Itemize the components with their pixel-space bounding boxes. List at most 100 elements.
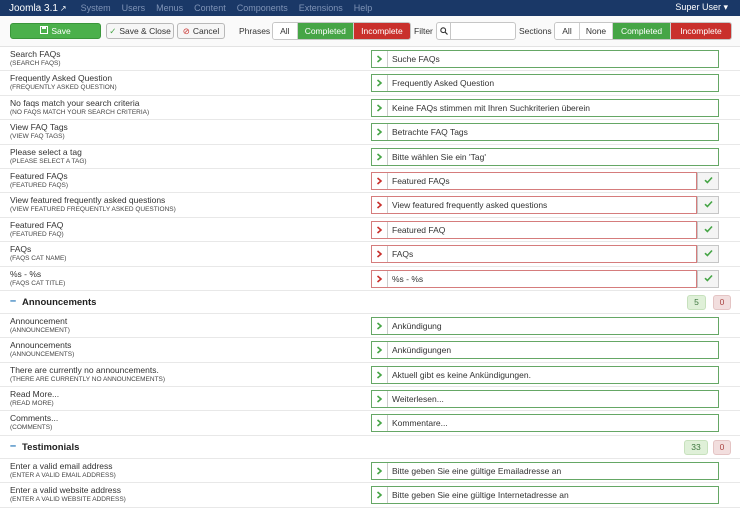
translation-input[interactable]: View featured frequently asked questions [388, 200, 696, 210]
confirm-button[interactable] [697, 269, 719, 288]
translation-input[interactable]: Bitte geben Sie eine gültige Emailadress… [388, 466, 718, 476]
phrases-incomplete[interactable]: Incomplete [353, 23, 410, 39]
translation-input[interactable]: Betrachte FAQ Tags [388, 127, 718, 137]
phrase-row: Featured FAQs (FEATURED FAQS) Featured FAQ… [0, 169, 740, 194]
chevron-right-icon[interactable] [372, 342, 388, 359]
phrases-completed[interactable]: Completed [297, 23, 354, 39]
collapse-icon[interactable]: – [10, 295, 16, 307]
brand[interactable]: Joomla 3.1 ↗ [0, 3, 67, 14]
translation-input[interactable]: Ankündigungen [388, 345, 718, 355]
translation-field: Featured FAQs [371, 171, 697, 190]
user-menu[interactable]: Super User ▾ [675, 2, 728, 13]
translation-input[interactable]: Bitte geben Sie eine gültige Internetadr… [388, 490, 718, 500]
chevron-right-icon[interactable] [372, 391, 388, 408]
translation-input[interactable]: Featured FAQs [388, 176, 696, 186]
confirm-button[interactable] [697, 171, 719, 190]
phrase-key: (ENTER A VALID EMAIL ADDRESS) [10, 471, 116, 479]
menu-content[interactable]: Content [194, 3, 226, 13]
external-link-icon: ↗ [59, 3, 67, 13]
phrase-key: (SEARCH FAQS) [10, 60, 61, 67]
translation-input[interactable]: Ankündigung [388, 321, 718, 331]
phrase-row: FAQs (FAQS CAT NAME) FAQs [0, 242, 740, 267]
confirm-button[interactable] [697, 220, 719, 239]
phrase-row: View FAQ Tags (VIEW FAQ TAGS) Betrachte FA… [0, 120, 740, 145]
translation-input[interactable]: Suche FAQs [388, 54, 718, 64]
filter-input[interactable] [451, 23, 515, 39]
chevron-right-icon[interactable] [372, 317, 388, 334]
translation-input[interactable]: Keine FAQs stimmen mit Ihren Suchkriteri… [388, 103, 718, 113]
phrase-label: Announcement (ANNOUNCEMENT) [10, 316, 70, 336]
menu-extensions[interactable]: Extensions [299, 3, 343, 13]
check-icon [703, 249, 713, 259]
menu-users[interactable]: Users [122, 3, 146, 13]
translation-field: Bitte geben Sie eine gültige Internetadr… [371, 486, 719, 505]
translation-input[interactable]: Weiterlesen... [388, 394, 718, 404]
phrase-text: Comments... [10, 413, 59, 424]
translation-input[interactable]: Featured FAQ [388, 225, 696, 235]
menu-menus[interactable]: Menus [156, 3, 183, 13]
filter-label: Filter [414, 26, 433, 36]
confirm-button[interactable] [697, 196, 719, 215]
menu-components[interactable]: Components [237, 3, 288, 13]
phrase-row: Featured FAQ (FEATURED FAQ) Featured FAQ [0, 218, 740, 243]
phrase-label: Featured FAQs (FEATURED FAQS) [10, 171, 68, 191]
phrase-key: (THERE ARE CURRENTLY NO ANNOUNCEMENTS) [10, 375, 166, 383]
chevron-right-icon[interactable] [372, 462, 388, 479]
menu-system[interactable]: System [81, 3, 111, 13]
phrase-key: (READ MORE) [10, 400, 54, 408]
chevron-right-icon[interactable] [372, 487, 388, 504]
section-header-announcements[interactable]: – Announcements 5 0 [0, 291, 740, 314]
completed-count-badge: 33 [684, 439, 708, 455]
chevron-right-icon[interactable] [372, 246, 388, 263]
section-header-testimonials[interactable]: – Testimonials 33 0 [0, 436, 740, 459]
phrase-key: (FAQS CAT NAME) [10, 255, 67, 263]
translation-field: Suche FAQs [371, 50, 719, 68]
incomplete-count-badge: 0 [713, 439, 731, 455]
confirm-button[interactable] [697, 245, 719, 264]
phrase-text: Enter a valid website address [10, 485, 122, 496]
chevron-right-icon[interactable] [372, 366, 388, 383]
chevron-right-icon[interactable] [372, 270, 388, 287]
chevron-right-icon[interactable] [372, 51, 388, 67]
chevron-right-icon[interactable] [372, 99, 388, 116]
sections-all[interactable]: All [555, 23, 580, 39]
translation-input[interactable]: FAQs [388, 249, 696, 259]
search-icon[interactable] [437, 23, 451, 39]
sections-none[interactable]: None [580, 23, 613, 39]
chevron-right-icon[interactable] [372, 197, 388, 214]
translation-input[interactable]: Bitte wählen Sie ein 'Tag' [388, 152, 718, 162]
menu-help[interactable]: Help [354, 3, 373, 13]
save-close-button[interactable]: ✓ Save & Close [106, 23, 174, 39]
translation-input[interactable]: Aktuell gibt es keine Ankündigungen. [388, 370, 718, 380]
collapse-icon[interactable]: – [10, 440, 16, 452]
translation-field: Keine FAQs stimmen mit Ihren Suchkriteri… [371, 98, 719, 117]
translation-input[interactable]: Frequently Asked Question [388, 78, 718, 88]
check-icon [703, 274, 713, 284]
translation-input[interactable]: %s - %s [388, 274, 696, 284]
chevron-right-icon[interactable] [372, 172, 388, 189]
chevron-right-icon[interactable] [372, 221, 388, 238]
check-icon: ✓ [109, 25, 117, 36]
chevron-right-icon[interactable] [372, 415, 388, 432]
main-menu: System Users Menus Content Components Ex… [81, 3, 373, 13]
translation-field: Frequently Asked Question [371, 74, 719, 93]
phrase-text: Frequently Asked Question [10, 73, 113, 84]
phrases-all[interactable]: All [273, 23, 298, 39]
save-button[interactable]: Save [10, 23, 101, 39]
chevron-right-icon[interactable] [372, 148, 388, 165]
phrase-text: Announcements [10, 340, 72, 351]
translation-field: Ankündigung [371, 316, 719, 335]
phrase-label: Read More... (READ MORE) [10, 389, 59, 409]
sections-incomplete[interactable]: Incomplete [671, 23, 731, 39]
sections-completed[interactable]: Completed [613, 23, 671, 39]
chevron-right-icon[interactable] [372, 75, 388, 92]
chevron-right-icon[interactable] [372, 124, 388, 141]
translation-input[interactable]: Kommentare... [388, 418, 718, 428]
phrase-row: Announcement (ANNOUNCEMENT) Ankündigung [0, 314, 740, 339]
phrase-label: Frequently Asked Question (FREQUENTLY ASK… [10, 73, 117, 93]
phrase-label: Comments... (COMMENTS) [10, 413, 58, 433]
phrase-row: Enter a valid email address (ENTER A VALI… [0, 459, 740, 484]
phrase-text: Search FAQs [10, 49, 61, 59]
phrase-label: No faqs match your search criteria (NO FA… [10, 98, 149, 118]
cancel-button[interactable]: ⊘ Cancel [177, 23, 225, 39]
